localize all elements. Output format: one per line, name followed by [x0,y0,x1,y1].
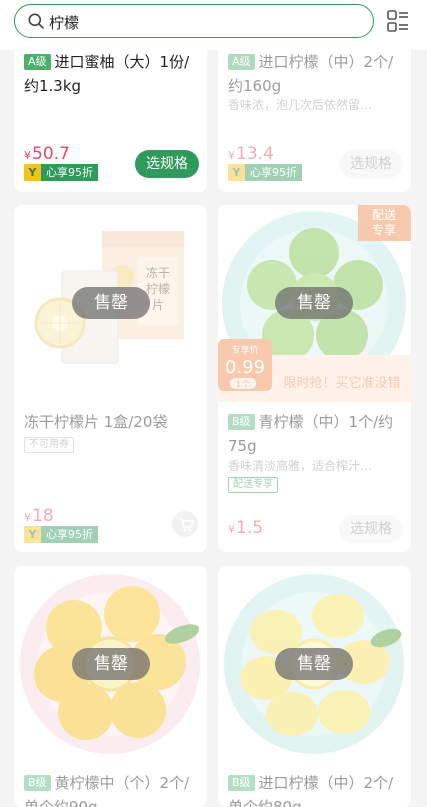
select-spec-button[interactable]: 选规格 [339,150,403,178]
product-price: ¥1.5 [228,518,263,538]
promo-unit: 1个 [236,379,251,390]
member-discount-text: 心享95折 [41,164,98,181]
search-value: 柠檬 [49,14,80,32]
list-layout-icon[interactable] [386,9,410,33]
price-value: 13.4 [236,144,274,164]
package-text-3: 片 [152,298,164,312]
grade-badge: A级 [24,54,51,70]
product-title: B级 黄柠檬中（个）2个/单个约90g [24,771,199,807]
search-icon [28,13,44,29]
price-symbol: ¥ [24,511,31,524]
member-logo-icon: Y [228,164,245,181]
product-title: 冻干柠檬片 1盒/20袋 [24,413,168,431]
product-title: A级 进口蜜柚（大）1份/约1.3kg [24,50,199,98]
product-title: A级 进口柠檬（中）2个/约160g [228,50,403,98]
grade-badge: B级 [228,775,255,791]
price-value: 18 [32,506,54,526]
member-discount-text: 心享95折 [41,526,98,543]
member-discount-badge: Y 心享95折 [24,164,98,181]
sold-out-badge: 售罄 [72,287,150,319]
sold-out-badge: 售罄 [275,287,353,319]
package-text-2: 柠檬 [146,281,170,296]
grade-badge: B级 [24,775,51,791]
product-card[interactable]: B级 进口柠檬（中）2个/单个约80g 售罄 [218,566,411,807]
grade-badge: A级 [228,54,255,70]
promo-label: 专享价 [231,344,258,356]
price-symbol: ¥ [228,149,235,162]
delivery-exclusive-tag: 配送专享 [228,477,278,493]
product-price: ¥18 [24,506,54,526]
product-price: ¥13.4 [228,144,274,164]
member-discount-text: 心享95折 [245,164,302,181]
grade-badge: B级 [228,414,255,430]
sold-out-badge: 售罄 [275,648,353,680]
member-logo-icon: Y [24,164,41,181]
product-card[interactable]: B级 黄柠檬中（个）2个/单个约90g 售罄 [14,566,207,807]
price-symbol: ¥ [24,149,31,162]
product-title: B级 青柠檬（中）1个/约75g [228,410,403,458]
product-card[interactable]: 配送 专享 专享价 0.99 1个 限时抢！买它准没错 B级 青柠檬（中）1个/约… [218,205,411,552]
product-description: 香味浓，泡几次后依然留… [228,98,373,112]
price-value: 50.7 [32,144,70,164]
price-value: 1.5 [236,518,264,538]
cart-icon[interactable] [172,511,198,537]
coupon-restriction-tag: 不可用券 [24,437,74,453]
member-discount-badge: Y 心享95折 [24,526,98,543]
product-card[interactable]: 冻干 柠檬 片 冻干柠檬片 1盒/20袋 不可用券 ¥18 Y 心享95折 售罄 [14,205,207,552]
search-input[interactable]: 柠檬 [14,4,374,38]
top-bar: 柠檬 [0,0,427,50]
member-logo-icon: Y [24,526,41,543]
product-card[interactable]: A级 进口柠檬（中）2个/约160g 香味浓，泡几次后依然留… ¥13.4 Y 心… [218,30,411,192]
sold-out-badge: 售罄 [72,648,150,680]
package-text-1: 冻干 [146,265,170,280]
product-card[interactable]: A级 进口蜜柚（大）1份/约1.3kg ¥50.7 Y 心享95折 选规格 [14,30,207,192]
corner-badge-line1: 配送 [372,207,396,222]
promo-banner: 限时抢！买它准没错 [283,375,400,391]
price-symbol: ¥ [228,523,235,536]
member-discount-badge: Y 心享95折 [228,164,302,181]
select-spec-button[interactable]: 选规格 [339,515,403,543]
product-title: B级 进口柠檬（中）2个/单个约80g [228,771,403,807]
product-description: 香味清淡高雅，适合榨汁… [228,459,373,473]
select-spec-button[interactable]: 选规格 [135,150,199,178]
corner-badge-line2: 专享 [372,222,396,237]
product-price: ¥50.7 [24,144,70,164]
promo-price: 0.99 [225,357,265,378]
